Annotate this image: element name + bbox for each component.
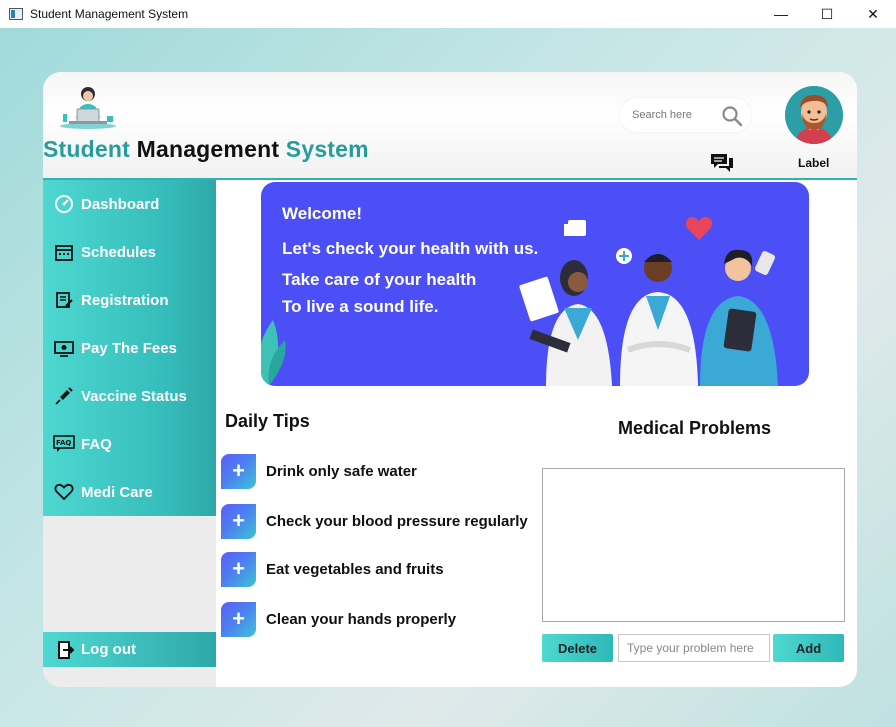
window-titlebar: Student Management System — ☐ ✕ (0, 0, 896, 28)
main-card: Student Management System Search here La… (43, 72, 857, 687)
minimize-button[interactable]: — (758, 0, 804, 28)
tip-item: + Check your blood pressure regularly (221, 503, 528, 539)
logout-label: Log out (81, 641, 136, 658)
tip-item: + Eat vegetables and fruits (221, 551, 444, 587)
tip-item: + Drink only safe water (221, 453, 417, 489)
logout-icon (55, 639, 77, 661)
search-input[interactable]: Search here (632, 109, 692, 121)
window-controls: — ☐ ✕ (758, 0, 896, 28)
sidebar-item-label: Schedules (81, 243, 157, 261)
money-icon (53, 337, 75, 359)
welcome-banner: Welcome! Let's check your health with us… (261, 182, 809, 386)
add-button[interactable]: Add (773, 634, 844, 662)
app-icon (9, 8, 23, 20)
window-title: Student Management System (30, 7, 189, 21)
heart-icon (53, 481, 75, 503)
close-button[interactable]: ✕ (850, 0, 896, 28)
problem-input[interactable]: Type your problem here (618, 634, 770, 662)
avatar[interactable] (785, 86, 843, 144)
logout-button[interactable]: Log out (43, 632, 216, 667)
brand-word-management: Management (136, 136, 280, 162)
tip-item: + Clean your hands properly (221, 601, 456, 637)
syringe-icon (53, 385, 75, 407)
sidebar-item-vaccine-status[interactable]: Vaccine Status (53, 383, 187, 409)
sidebar-item-label: Registration (81, 291, 169, 309)
speedometer-icon (53, 193, 75, 215)
brand-word-student: Student (43, 136, 130, 162)
sidebar-item-label: Vaccine Status (81, 387, 187, 405)
header: Student Management System Search here La… (43, 72, 857, 180)
tip-label: Drink only safe water (266, 462, 417, 480)
tip-label: Eat vegetables and fruits (266, 560, 444, 578)
faq-icon: FAQ (53, 433, 75, 455)
plus-icon: + (221, 601, 256, 637)
medical-problems-title: Medical Problems (618, 418, 772, 438)
search-box[interactable]: Search here (620, 98, 751, 132)
form-icon (53, 289, 75, 311)
search-icon[interactable] (721, 105, 743, 127)
banner-line3: To live a sound life. (282, 297, 439, 316)
brand-word-system: System (285, 136, 369, 162)
student-laptop-icon (60, 87, 116, 129)
svg-text:FAQ: FAQ (56, 439, 71, 447)
delete-button[interactable]: Delete (542, 634, 613, 662)
tip-label: Check your blood pressure regularly (266, 512, 528, 530)
sidebar-item-medi-care[interactable]: Medi Care (53, 479, 153, 505)
profile-label: Label (798, 156, 830, 170)
brand-title: Student Management System (43, 136, 369, 163)
maximize-button[interactable]: ☐ (804, 0, 850, 28)
sidebar-item-dashboard[interactable]: Dashboard (53, 191, 159, 217)
sidebar: Dashboard Schedules Registration Pay The… (43, 180, 216, 516)
banner-welcome: Welcome! (282, 204, 362, 223)
sidebar-item-label: Dashboard (81, 195, 160, 213)
sidebar-item-label: Pay The Fees (81, 339, 177, 357)
doctors-illustration (519, 217, 778, 386)
plus-icon: + (221, 503, 256, 539)
plus-icon: + (221, 453, 256, 489)
sidebar-item-registration[interactable]: Registration (53, 287, 169, 313)
chat-icon[interactable] (709, 152, 735, 174)
sidebar-item-faq[interactable]: FAQ FAQ (53, 431, 112, 457)
tip-label: Clean your hands properly (266, 610, 457, 628)
plus-icon: + (221, 551, 256, 587)
sidebar-item-label: Medi Care (81, 483, 153, 501)
banner-line1: Let's check your health with us. (282, 239, 539, 258)
calendar-icon (53, 241, 75, 263)
daily-tips-title: Daily Tips (225, 411, 310, 431)
banner-line2: Take care of your health (282, 270, 477, 289)
sidebar-item-schedules[interactable]: Schedules (53, 239, 156, 265)
sidebar-item-pay-fees[interactable]: Pay The Fees (53, 335, 177, 361)
medical-problems-list[interactable] (542, 468, 845, 622)
sidebar-item-label: FAQ (81, 435, 112, 453)
